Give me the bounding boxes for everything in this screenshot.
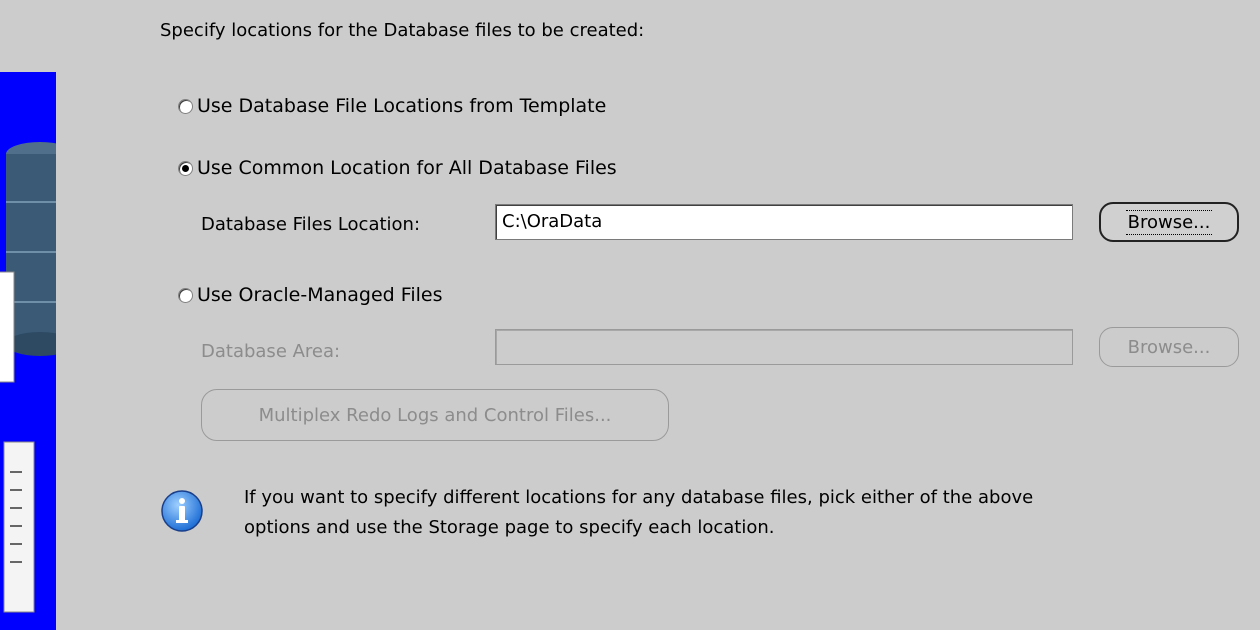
radio-button-checked-icon[interactable] — [178, 160, 193, 176]
browse-button-label: Browse... — [1125, 209, 1213, 235]
wizard-banner-image — [0, 72, 56, 630]
radio-template-label: Use Database File Locations from Templat… — [197, 95, 607, 117]
radio-common-location[interactable]: Use Common Location for All Database Fil… — [178, 156, 617, 180]
database-files-location-input[interactable]: C:\OraData — [495, 204, 1073, 240]
browse-area-button[interactable]: Browse... — [1099, 327, 1239, 367]
radio-button-icon[interactable] — [178, 287, 193, 303]
database-files-location-label: Database Files Location: — [201, 214, 421, 235]
info-icon — [160, 489, 204, 537]
multiplex-button-label: Multiplex Redo Logs and Control Files... — [258, 404, 612, 426]
browse-area-button-label: Browse... — [1127, 336, 1211, 358]
section-heading: Specify locations for the Database files… — [160, 20, 645, 41]
browse-button[interactable]: Browse... — [1099, 202, 1239, 242]
wizard-side-panel — [0, 0, 68, 630]
info-message-line: If you want to specify different locatio… — [244, 487, 1034, 508]
radio-button-icon[interactable] — [178, 98, 193, 114]
radio-template-locations[interactable]: Use Database File Locations from Templat… — [178, 94, 606, 118]
database-area-label: Database Area: — [201, 341, 341, 362]
radio-oracle-managed[interactable]: Use Oracle-Managed Files — [178, 283, 442, 307]
info-message: If you want to specify different locatio… — [244, 483, 1204, 543]
radio-managed-label: Use Oracle-Managed Files — [197, 284, 443, 306]
database-area-input[interactable] — [495, 329, 1073, 365]
multiplex-redo-logs-button[interactable]: Multiplex Redo Logs and Control Files... — [201, 389, 669, 441]
info-message-line: options and use the Storage page to spec… — [244, 517, 775, 538]
radio-common-label: Use Common Location for All Database Fil… — [197, 157, 617, 179]
